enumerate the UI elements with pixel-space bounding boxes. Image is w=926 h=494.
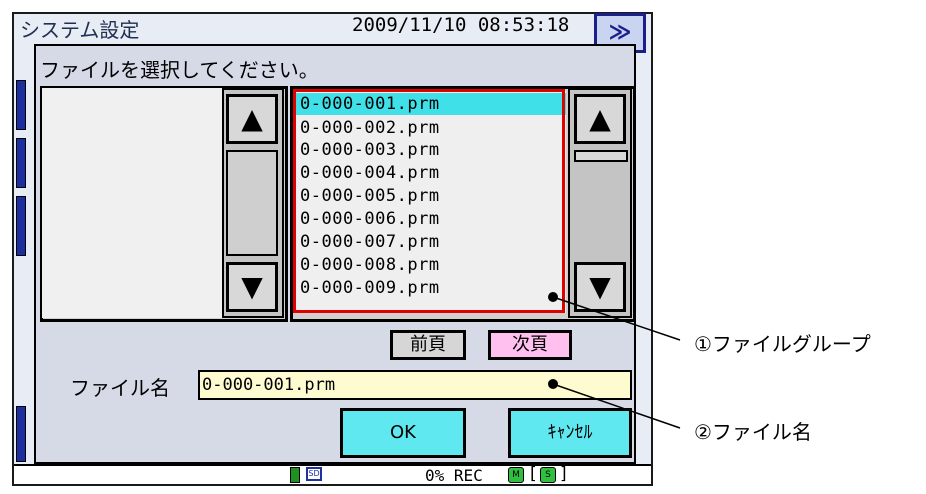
callout-file-group: ①ファイルグループ — [694, 332, 871, 356]
callout-line-2 — [552, 383, 681, 429]
callout-line-1 — [552, 296, 681, 341]
callout-file-name: ②ファイル名 — [694, 420, 812, 444]
